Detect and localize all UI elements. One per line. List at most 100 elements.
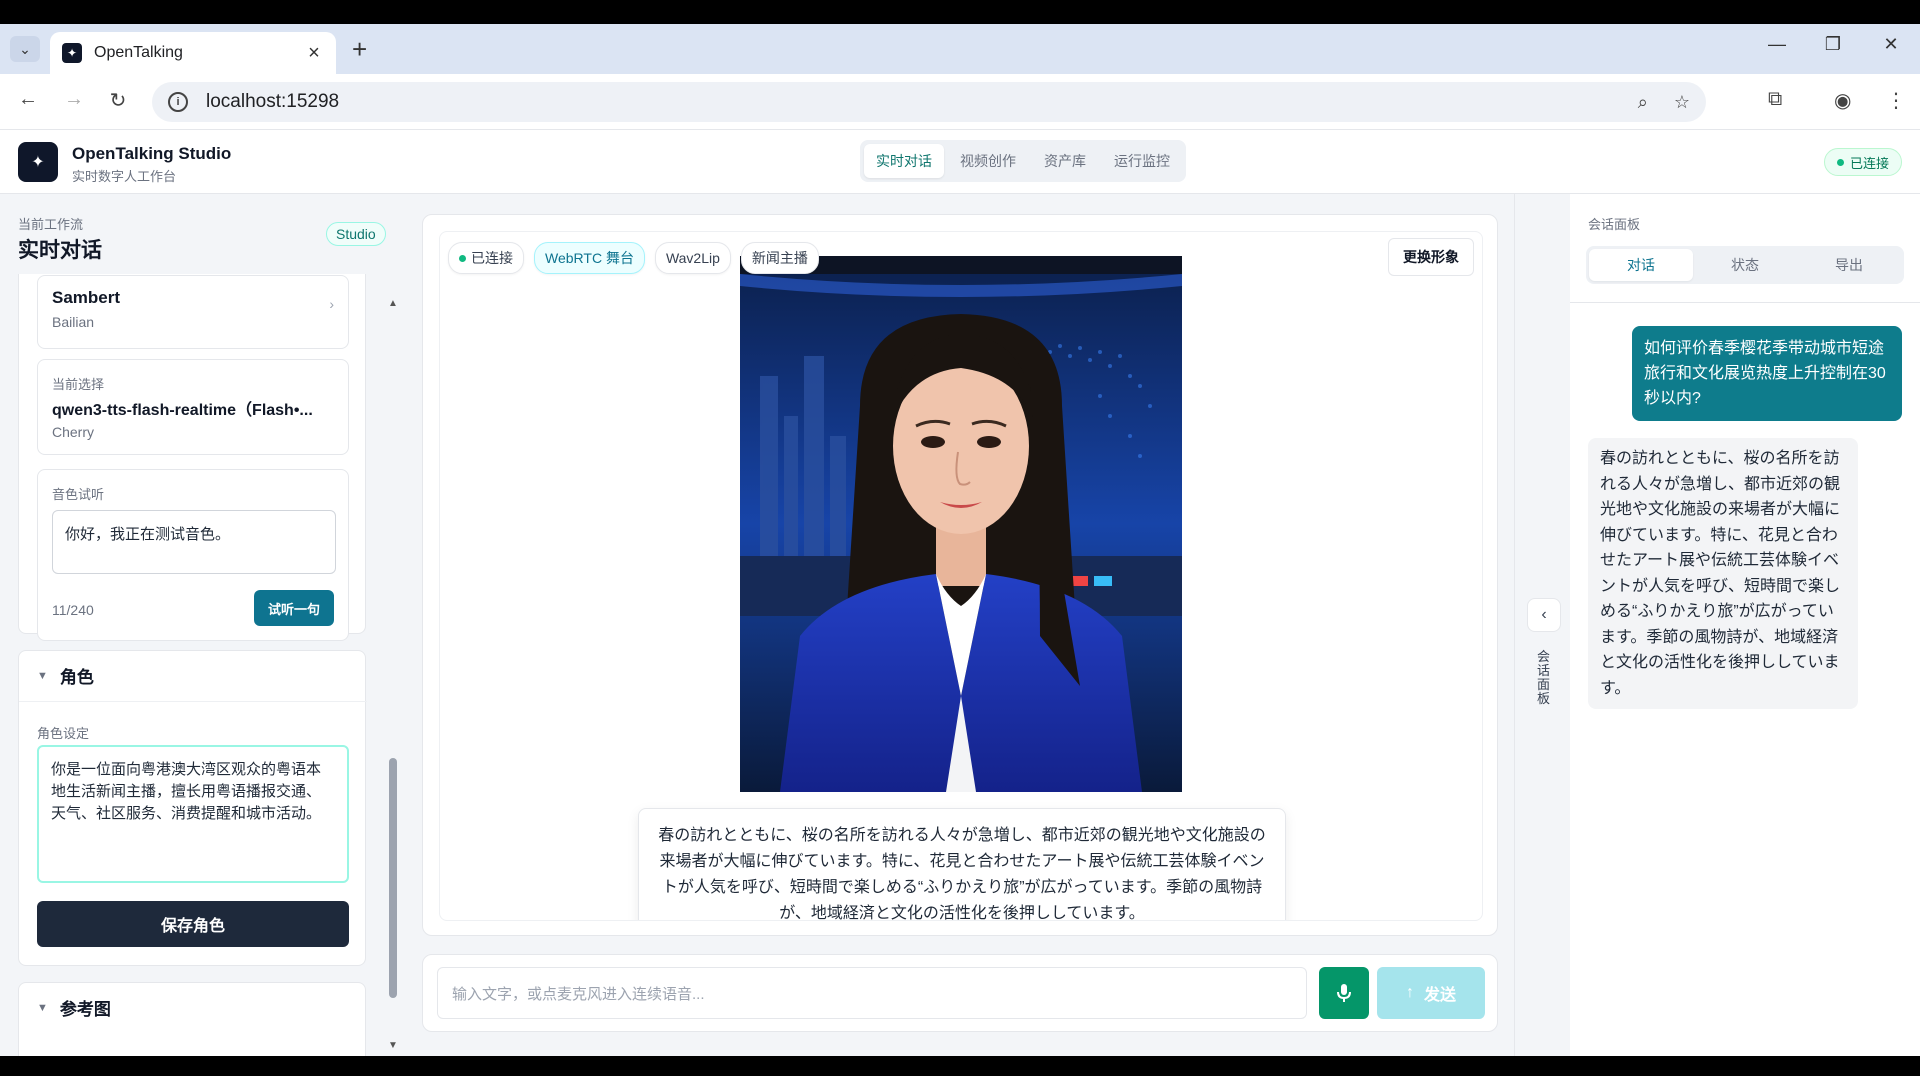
change-avatar-button[interactable]: 更换形象 xyxy=(1388,238,1474,276)
browser-tab-bar: ⌄ ✦ OpenTalking × + — ❐ ✕ xyxy=(0,24,1920,74)
profile-icon[interactable]: ◉ xyxy=(1834,88,1851,113)
try-voice-button[interactable]: 试听一句 xyxy=(254,590,334,626)
voice-preview-label: 音色试听 xyxy=(52,487,105,502)
stage-panel: 已连接 WebRTC 舞台 Wav2Lip 新闻主播 更换形象 春の訪れとともに… xyxy=(422,214,1498,936)
restore-icon[interactable]: ❐ xyxy=(1818,34,1848,55)
close-icon[interactable]: × xyxy=(304,42,324,65)
window-close-icon[interactable]: ✕ xyxy=(1876,34,1906,55)
current-model: qwen3-tts-flash-realtime（Flash•... xyxy=(52,402,313,419)
user-message: 如何评价春季樱花季带动城市短途旅行和文化展览热度上升控制在30秒以内? xyxy=(1632,326,1902,421)
workflow-label: 当前工作流 xyxy=(18,217,84,232)
char-counter: 11/240 xyxy=(52,602,94,618)
url-text[interactable]: localhost:15298 xyxy=(206,91,1612,113)
scroll-up-icon[interactable]: ▲ xyxy=(386,298,400,309)
rail-label: 会话面板 xyxy=(1537,649,1551,706)
nav-asset-library[interactable]: 资产库 xyxy=(1032,144,1098,178)
reference-section-title: 参考图 xyxy=(59,1000,111,1019)
assistant-message: 春の訪れとともに、桜の名所を訪れる人々が急増し、都市近郊の観光地や文化施設の来場… xyxy=(1588,438,1858,709)
role-setting-textarea[interactable]: 你是一位面向粤港澳大湾区观众的粤语本地生活新闻主播，擅长用粤语播报交通、天气、社… xyxy=(37,745,349,883)
extensions-icon[interactable]: ⧉ xyxy=(1768,88,1782,111)
current-voice: Cherry xyxy=(52,424,95,440)
top-navigation: 实时对话 视频创作 资产库 运行监控 xyxy=(860,140,1186,182)
more-menu-icon[interactable]: ⋮ xyxy=(1886,88,1906,113)
chip-webrtc: WebRTC 舞台 xyxy=(534,242,645,274)
browser-tab[interactable]: ✦ OpenTalking × xyxy=(50,32,336,74)
browser-toolbar: ← → ↻ i localhost:15298 ⌕ ☆ ⧉ ◉ ⋮ xyxy=(0,74,1920,130)
stage-chips: 已连接 WebRTC 舞台 Wav2Lip 新闻主播 xyxy=(448,242,819,274)
voice-preview-card: 音色试听 你好，我正在测试音色。 11/240 试听一句 xyxy=(37,469,349,641)
voice-name: Sambert xyxy=(52,288,121,307)
connection-status-badge: 已连接 xyxy=(1823,148,1902,176)
send-label: 发送 xyxy=(1423,987,1456,1004)
role-section-header[interactable]: ▼ 角色 xyxy=(37,663,94,688)
current-voice-card: 当前选择 qwen3-tts-flash-realtime（Flash•... … xyxy=(37,359,349,455)
divider xyxy=(1570,302,1920,303)
bookmark-star-icon[interactable]: ☆ xyxy=(1674,92,1690,113)
arrow-up-icon: ↑ xyxy=(1405,984,1414,1001)
scroll-down-icon[interactable]: ▼ xyxy=(386,1040,400,1051)
nav-video-creation[interactable]: 视频创作 xyxy=(948,144,1028,178)
favicon-icon: ✦ xyxy=(62,43,82,63)
collapse-panel-button[interactable]: ‹ xyxy=(1527,598,1561,632)
sidebar-scrollbar[interactable]: ▲ ▼ xyxy=(386,298,400,1051)
divider xyxy=(19,701,367,702)
app-header: ✦ OpenTalking Studio 实时数字人工作台 实时对话 视频创作 … xyxy=(0,130,1920,194)
voice-panel: Sambert Bailian › 当前选择 qwen3-tts-flash-r… xyxy=(18,274,366,641)
tab-title: OpenTalking xyxy=(94,44,183,61)
news-anchor-image xyxy=(740,256,1182,792)
microphone-icon xyxy=(1337,984,1351,1002)
avatar-video xyxy=(740,256,1182,792)
forward-icon[interactable]: → xyxy=(60,88,88,111)
role-section-title: 角色 xyxy=(59,668,94,687)
app-subtitle: 实时数字人工作台 xyxy=(72,169,177,184)
nav-realtime-chat[interactable]: 实时对话 xyxy=(864,144,944,178)
sidebar-scroll-area[interactable]: Sambert Bailian › 当前选择 qwen3-tts-flash-r… xyxy=(18,274,368,1056)
scroll-thumb[interactable] xyxy=(389,758,397,998)
address-bar[interactable]: i localhost:15298 ⌕ ☆ xyxy=(152,82,1706,122)
site-info-icon[interactable]: i xyxy=(168,92,188,112)
session-panel: 会话面板 对话 状态 导出 如何评价春季樱花季带动城市短途旅行和文化展览热度上升… xyxy=(1570,194,1920,1056)
role-setting-label: 角色设定 xyxy=(37,726,90,741)
sidebar: 当前工作流 实时对话 Studio Sambert Bailian › 当前选择… xyxy=(0,194,404,1056)
app-name: OpenTalking Studio xyxy=(72,144,232,163)
chip-model: Wav2Lip xyxy=(654,242,731,274)
message-input[interactable]: 输入文字，或点麦克风进入连续语音... xyxy=(437,967,1307,1019)
status-dot-icon xyxy=(1836,158,1844,166)
session-tabs: 对话 状态 导出 xyxy=(1586,246,1904,284)
screen: ⌄ ✦ OpenTalking × + — ❐ ✕ ← → ↻ i localh… xyxy=(0,24,1920,1056)
role-panel: ▼ 角色 角色设定 你是一位面向粤港澳大湾区观众的粤语本地生活新闻主播，擅长用粤… xyxy=(18,650,367,966)
tab-status[interactable]: 状态 xyxy=(1693,249,1797,281)
app-logo-icon: ✦ xyxy=(18,142,58,182)
status-dot-icon xyxy=(459,254,466,262)
voice-preview-textarea[interactable]: 你好，我正在测试音色。 xyxy=(52,510,336,574)
tab-dialogue[interactable]: 对话 xyxy=(1589,249,1693,281)
caret-down-icon: ▼ xyxy=(37,669,48,682)
workflow-title: 实时对话 xyxy=(18,239,102,262)
tab-search-button[interactable]: ⌄ xyxy=(10,36,40,62)
minimize-icon[interactable]: — xyxy=(1762,34,1792,55)
current-selection-label: 当前选择 xyxy=(52,377,105,392)
subtitle-box: 春の訪れとともに、桜の名所を訪れる人々が急増し、都市近郊の観光地や文化施設の来場… xyxy=(638,808,1286,920)
save-role-button[interactable]: 保存角色 xyxy=(37,901,349,947)
webrtc-stage: 已连接 WebRTC 舞台 Wav2Lip 新闻主播 更换形象 春の訪れとともに… xyxy=(439,231,1483,921)
chevron-right-icon: › xyxy=(329,296,334,312)
tab-export[interactable]: 导出 xyxy=(1797,249,1901,281)
mic-button[interactable] xyxy=(1319,967,1369,1019)
send-button[interactable]: ↑ 发送 xyxy=(1377,967,1485,1019)
voice-provider: Bailian xyxy=(52,314,95,330)
new-tab-icon[interactable]: + xyxy=(352,34,367,65)
chevron-down-icon: ⌄ xyxy=(19,40,31,57)
zoom-icon[interactable]: ⌕ xyxy=(1638,92,1648,113)
chip-connected: 已连接 xyxy=(448,242,524,274)
voice-provider-card[interactable]: Sambert Bailian › xyxy=(37,275,349,349)
studio-badge: Studio xyxy=(326,222,386,246)
connection-status-text: 已连接 xyxy=(1849,155,1889,171)
reference-section-header[interactable]: ▼ 参考图 xyxy=(37,995,111,1020)
back-icon[interactable]: ← xyxy=(14,88,42,111)
session-panel-title: 会话面板 xyxy=(1588,217,1641,232)
reference-panel: ▼ 参考图 xyxy=(18,982,366,1056)
caret-down-icon: ▼ xyxy=(37,1001,48,1014)
nav-runtime-monitor[interactable]: 运行监控 xyxy=(1102,144,1182,178)
reload-icon[interactable]: ↻ xyxy=(104,88,132,113)
chip-connected-label: 已连接 xyxy=(471,250,513,266)
